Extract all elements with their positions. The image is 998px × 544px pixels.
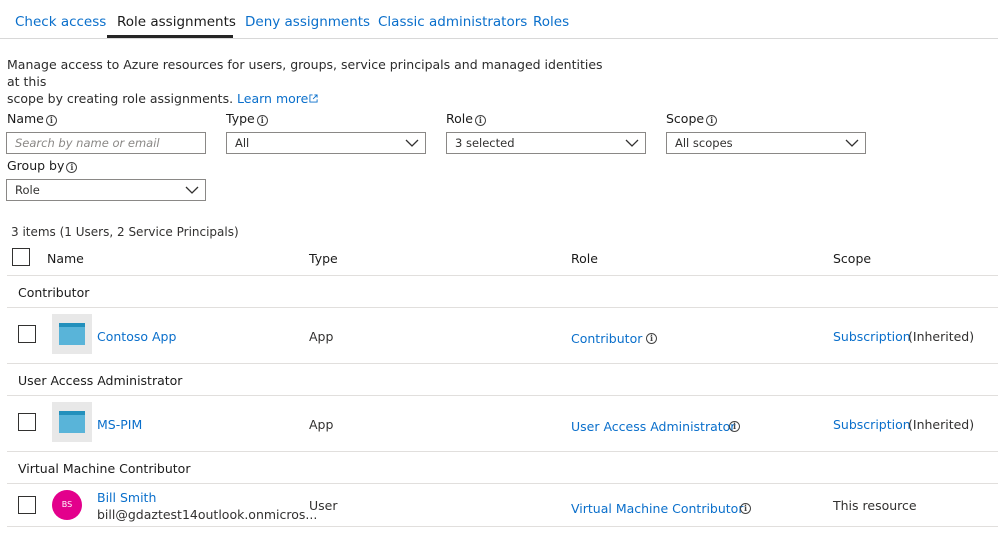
- app-icon: [52, 314, 92, 354]
- assignee-type: App: [309, 329, 334, 344]
- name-filter-label-text: Name: [7, 111, 44, 126]
- role-filter-label-text: Role: [446, 111, 473, 126]
- role-dropdown[interactable]: 3 selected: [446, 132, 646, 154]
- type-filter-label-text: Type: [226, 111, 255, 126]
- divider: [7, 451, 998, 452]
- divider: [7, 307, 998, 308]
- app-icon: [52, 402, 92, 442]
- scope-dropdown-value: All scopes: [675, 136, 733, 150]
- name-search-placeholder: Search by name or email: [15, 136, 160, 150]
- info-icon: i: [256, 115, 268, 126]
- avatar: BS: [52, 490, 82, 520]
- group-header-contributor: Contributor: [18, 285, 90, 300]
- group-by-label: Group by i: [7, 158, 78, 173]
- assignee-name-link[interactable]: Bill Smith: [97, 490, 156, 505]
- chevron-down-icon: [845, 139, 859, 147]
- group-by-dropdown[interactable]: Role: [6, 179, 206, 201]
- divider: [7, 275, 998, 276]
- scope-dropdown[interactable]: All scopes: [666, 132, 866, 154]
- external-link-icon: [309, 94, 318, 103]
- description-line-2: scope by creating role assignments. Lear…: [7, 90, 607, 107]
- scope-link[interactable]: Subscription: [833, 329, 911, 344]
- page-description: Manage access to Azure resources for use…: [7, 56, 607, 107]
- assignee-type: User: [309, 498, 338, 513]
- info-icon[interactable]: i: [729, 421, 740, 432]
- divider: [7, 483, 998, 484]
- learn-more-label: Learn more: [237, 91, 309, 106]
- tab-bar: Check access Role assignments Deny assig…: [0, 0, 998, 39]
- assignee-email: bill@gdaztest14outlook.onmicros...: [97, 507, 318, 522]
- tab-deny-assignments[interactable]: Deny assignments: [245, 14, 370, 30]
- items-count: 3 items (1 Users, 2 Service Principals): [11, 225, 239, 239]
- active-tab-indicator: [107, 35, 233, 38]
- chevron-down-icon: [625, 139, 639, 147]
- divider: [7, 363, 998, 364]
- name-search-input[interactable]: Search by name or email: [6, 132, 206, 154]
- info-icon: i: [45, 115, 57, 126]
- group-by-dropdown-value: Role: [15, 183, 40, 197]
- row-checkbox[interactable]: [18, 413, 36, 431]
- assignee-name-link[interactable]: Contoso App: [97, 329, 176, 344]
- description-line-2-text: scope by creating role assignments.: [7, 91, 238, 106]
- role-link[interactable]: Virtual Machine Contributor: [571, 501, 743, 516]
- scope-text: This resource: [833, 498, 917, 513]
- role-dropdown-value: 3 selected: [455, 136, 515, 150]
- role-link[interactable]: User Access Administrator: [571, 419, 735, 434]
- info-icon: i: [706, 115, 718, 126]
- assignee-name-link[interactable]: MS-PIM: [97, 417, 142, 432]
- chevron-down-icon: [405, 139, 419, 147]
- column-header-name[interactable]: Name: [47, 251, 84, 266]
- tab-check-access[interactable]: Check access: [15, 14, 106, 30]
- divider: [7, 526, 998, 527]
- row-checkbox[interactable]: [18, 325, 36, 343]
- scope-inherited-label: (Inherited): [908, 329, 975, 344]
- scope-filter-label-text: Scope: [666, 111, 705, 126]
- select-all-checkbox[interactable]: [12, 248, 30, 266]
- name-filter-label: Name i: [7, 111, 57, 126]
- learn-more-link[interactable]: Learn more: [237, 91, 318, 106]
- role-link[interactable]: Contributor: [571, 331, 642, 346]
- scope-inherited-label: (Inherited): [908, 417, 975, 432]
- scope-filter-label: Scope i: [666, 111, 718, 126]
- column-header-role[interactable]: Role: [571, 251, 598, 266]
- group-by-label-text: Group by: [7, 158, 65, 173]
- type-dropdown-value: All: [235, 136, 250, 150]
- info-icon[interactable]: i: [740, 503, 751, 514]
- type-dropdown[interactable]: All: [226, 132, 426, 154]
- description-line-1: Manage access to Azure resources for use…: [7, 57, 603, 89]
- column-header-scope[interactable]: Scope: [833, 251, 871, 266]
- info-icon: i: [66, 162, 78, 173]
- group-header-virtual-machine-contributor: Virtual Machine Contributor: [18, 461, 191, 476]
- assignee-type: App: [309, 417, 334, 432]
- tab-classic-administrators[interactable]: Classic administrators: [378, 14, 527, 30]
- role-filter-label: Role i: [446, 111, 486, 126]
- type-filter-label: Type i: [226, 111, 268, 126]
- column-header-type[interactable]: Type: [309, 251, 338, 266]
- info-icon: i: [474, 115, 486, 126]
- chevron-down-icon: [185, 186, 199, 194]
- divider: [7, 395, 998, 396]
- tab-role-assignments[interactable]: Role assignments: [117, 14, 236, 30]
- info-icon[interactable]: i: [646, 333, 657, 344]
- group-header-user-access-administrator: User Access Administrator: [18, 373, 183, 388]
- row-checkbox[interactable]: [18, 496, 36, 514]
- tab-roles[interactable]: Roles: [533, 14, 569, 30]
- scope-link[interactable]: Subscription: [833, 417, 911, 432]
